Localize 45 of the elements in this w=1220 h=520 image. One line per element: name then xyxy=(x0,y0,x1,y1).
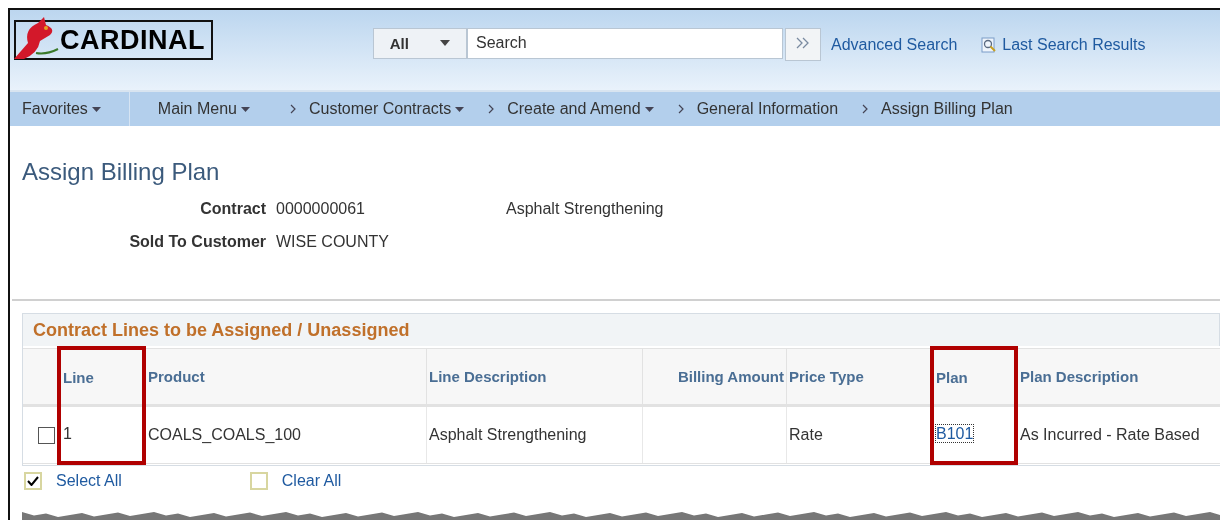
caret-icon xyxy=(455,106,465,112)
field-value: WISE COUNTY xyxy=(276,233,390,251)
column-header: Billing Amount xyxy=(642,348,787,406)
table-cell: COALS_COALS_100 xyxy=(148,425,301,443)
caret-icon xyxy=(644,106,654,112)
table-cell: As Incurred - Rate Based xyxy=(1020,425,1200,443)
caret-icon xyxy=(240,106,250,112)
field-label: Sold To Customer xyxy=(128,233,266,251)
nav-menu-item[interactable]: Create and Amend xyxy=(495,100,674,118)
column-header: Line Description xyxy=(426,348,643,406)
field-value: 0000000061 xyxy=(276,200,366,218)
table-cell: Rate xyxy=(789,425,823,443)
action-link[interactable]: Select All xyxy=(56,472,122,490)
advanced-search-link[interactable]: Advanced Search xyxy=(831,36,958,54)
nav-menu-item[interactable]: Customer Contracts xyxy=(296,100,485,118)
last-search-results-link[interactable]: Last Search Results xyxy=(981,36,1146,54)
double-chevron-icon xyxy=(796,36,810,49)
nav-menu-item[interactable]: General Information xyxy=(684,100,859,118)
chevron-icon xyxy=(677,104,685,114)
nav-menu-item[interactable]: Main Menu xyxy=(129,92,286,126)
plan-link[interactable]: B101 xyxy=(936,425,974,442)
field-label: Contract xyxy=(199,200,266,218)
column-header: Plan xyxy=(932,348,1016,406)
nav-menu-item[interactable]: Favorites xyxy=(10,92,130,126)
logo-text: CARDINAL xyxy=(60,24,205,56)
field-value: Asphalt Strengthening xyxy=(506,200,664,218)
search-field[interactable]: Search xyxy=(467,27,783,59)
caret-icon xyxy=(91,106,101,112)
scope-dropdown[interactable]: All xyxy=(373,27,467,59)
column-header: Plan Description xyxy=(1016,348,1220,406)
chevron-icon xyxy=(289,104,297,114)
row-checkbox[interactable] xyxy=(38,426,55,444)
chevron-icon xyxy=(488,104,496,114)
search-icon[interactable] xyxy=(981,37,998,53)
grid-title: Contract Lines to be Assigned / Unassigned xyxy=(32,319,411,342)
table-cell: 1 xyxy=(63,425,72,442)
nav-menu-item[interactable]: Assign Billing Plan xyxy=(869,100,1033,118)
column-header: Product xyxy=(144,348,427,406)
table-cell: Asphalt Strengthening xyxy=(429,425,587,443)
column-header: Line xyxy=(59,348,144,406)
column-header: Price Type xyxy=(786,348,932,406)
caret-icon xyxy=(440,40,451,46)
page-title: Assign Billing Plan xyxy=(22,158,221,186)
action-link[interactable]: Clear All xyxy=(281,472,342,490)
chevron-icon xyxy=(862,104,870,114)
